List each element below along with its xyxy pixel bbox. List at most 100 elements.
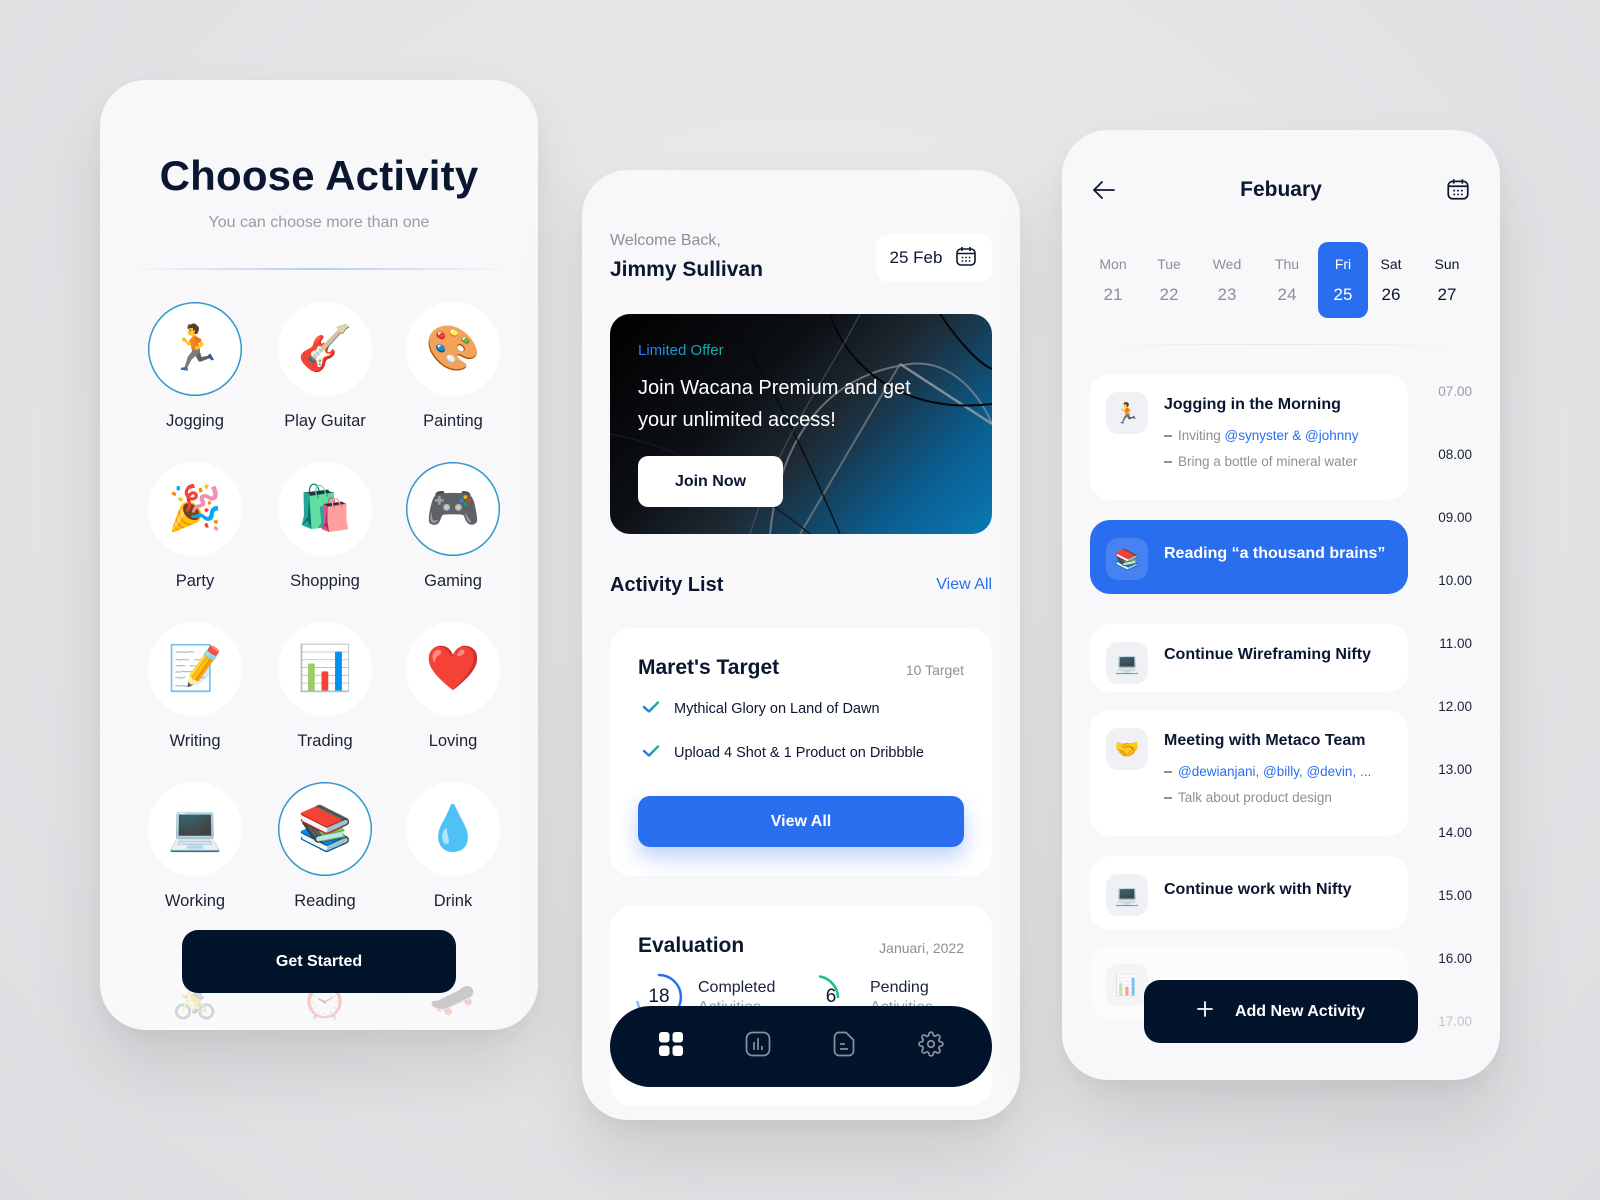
time-label: 13.00 — [1438, 762, 1472, 777]
activity-icon-circle: 🎸 — [278, 302, 372, 396]
target-item: Upload 4 Shot & 1 Product on Dribbble — [642, 744, 924, 762]
calendar-button[interactable] — [1442, 175, 1474, 207]
event-mentions[interactable]: @synyster & @johnny — [1225, 428, 1359, 443]
event-card[interactable]: 📚 Reading “a thousand brains” — [1090, 520, 1408, 594]
activity-label: Gaming — [424, 572, 482, 590]
time-label: 15.00 — [1438, 888, 1472, 903]
guitar-icon: 🎸 — [297, 324, 353, 373]
laptop-icon: 💻 — [167, 804, 223, 853]
heart-icon: ❤️ — [425, 644, 481, 693]
activity-option-painting[interactable]: 🎨 Painting — [398, 302, 508, 431]
view-all-link[interactable]: View All — [936, 576, 992, 594]
memo-pencil-icon: 📝 — [167, 644, 223, 693]
event-note-prefix: Inviting — [1178, 428, 1225, 443]
activity-label: Jogging — [166, 412, 224, 430]
event-note: @dewianjani, @billy, @devin, ... — [1164, 764, 1371, 779]
day-fri[interactable]: Fri 25 — [1318, 242, 1368, 318]
evaluation-period: Januari, 2022 — [879, 940, 964, 956]
nav-documents[interactable] — [822, 1025, 866, 1069]
day-name: Thu — [1274, 256, 1300, 272]
books-icon: 📚 — [297, 804, 353, 853]
date-picker-button[interactable]: 25 Feb — [876, 234, 992, 282]
day-tue[interactable]: Tue 22 — [1144, 242, 1194, 318]
day-date: 23 — [1217, 285, 1237, 304]
day-wed[interactable]: Wed 23 — [1202, 242, 1252, 318]
event-title: Meeting with Metaco Team — [1164, 732, 1366, 749]
activity-option-working[interactable]: 💻 Working — [140, 782, 250, 911]
event-icon-box: 📊 — [1106, 964, 1148, 1006]
add-new-activity-button[interactable]: Add New Activity — [1144, 980, 1418, 1043]
completed-label: Completed — [698, 979, 776, 996]
nav-settings[interactable] — [909, 1025, 953, 1069]
get-started-button[interactable]: Get Started — [182, 930, 456, 993]
dash — [1164, 461, 1172, 464]
activity-option-shopping[interactable]: 🛍️ Shopping — [270, 462, 380, 591]
day-thu[interactable]: Thu 24 — [1262, 242, 1312, 318]
calendar-icon — [1445, 176, 1471, 207]
day-sat[interactable]: Sat 26 — [1366, 242, 1416, 318]
page-title: Choose Activity — [159, 152, 479, 199]
time-label: 11.00 — [1439, 636, 1472, 651]
nav-dashboard[interactable] — [649, 1025, 693, 1069]
activity-icon-circle: 🛍️ — [278, 462, 372, 556]
activity-option-trading[interactable]: 📊 Trading — [270, 622, 380, 751]
day-date: 26 — [1381, 285, 1401, 304]
activity-option-gaming[interactable]: 🎮 Gaming — [398, 462, 508, 591]
activity-label: Loving — [428, 732, 478, 750]
handshake-icon: 🤝 — [1114, 738, 1140, 761]
page-subtitle: You can choose more than one — [208, 214, 430, 231]
join-now-button[interactable]: Join Now — [638, 456, 783, 507]
activity-list-title: Activity List — [610, 574, 724, 596]
activity-icon-circle: 📚 — [278, 782, 372, 876]
laptop-icon: 💻 — [1114, 652, 1140, 675]
day-sun[interactable]: Sun 27 — [1422, 242, 1472, 318]
event-card[interactable]: 💻 Continue work with Nifty — [1090, 856, 1408, 930]
event-title: Reading “a thousand brains” — [1164, 545, 1386, 562]
day-mon[interactable]: Mon 21 — [1088, 242, 1138, 318]
activity-icon-circle: 🏃 — [148, 302, 242, 396]
day-name: Mon — [1099, 256, 1127, 272]
view-all-button[interactable]: View All — [638, 796, 964, 847]
nav-statistics[interactable] — [736, 1025, 780, 1069]
activity-icon-circle: 📝 — [148, 622, 242, 716]
pending-label: Pending — [870, 979, 929, 996]
activity-icon-circle: 💻 — [148, 782, 242, 876]
activity-option-party[interactable]: 🎉 Party — [140, 462, 250, 591]
event-note: Inviting @synyster & @johnny — [1164, 428, 1359, 443]
activity-label: Reading — [294, 892, 356, 910]
shopping-bags-icon: 🛍️ — [297, 484, 353, 533]
event-mentions[interactable]: @dewianjani, @billy, @devin, ... — [1178, 764, 1371, 779]
activity-label: Shopping — [290, 572, 360, 590]
check-icon — [642, 700, 660, 718]
user-name: Jimmy Sullivan — [610, 258, 763, 281]
game-controller-icon: 🎮 — [425, 484, 481, 533]
activity-icon-circle: 🎨 — [406, 302, 500, 396]
time-label: 07.00 — [1438, 384, 1472, 399]
choose-activity-screen: Choose Activity You can choose more than… — [100, 80, 538, 1030]
day-name: Sun — [1434, 256, 1460, 272]
activity-option-jogging[interactable]: 🏃 Jogging — [140, 302, 250, 431]
event-icon-box: 📚 — [1106, 538, 1148, 580]
day-date: 22 — [1159, 285, 1179, 304]
event-card[interactable]: 🤝 Meeting with Metaco Team @dewianjani, @b… — [1090, 710, 1408, 836]
event-card[interactable]: 🏃 Jogging in the Morning Inviting @synyste… — [1090, 374, 1408, 500]
activity-icon-circle: 🎉 — [148, 462, 242, 556]
activity-option-writing[interactable]: 📝 Writing — [140, 622, 250, 751]
event-title: Jogging in the Morning — [1164, 396, 1341, 413]
banner-headline: Join Wacana Premium and get your unlimit… — [638, 377, 911, 431]
divider — [128, 268, 510, 270]
activity-option-loving[interactable]: ❤️ Loving — [398, 622, 508, 751]
time-label: 09.00 — [1438, 510, 1472, 525]
activity-option-drink[interactable]: 💧 Drink — [398, 782, 508, 911]
books-icon: 📚 — [1114, 548, 1140, 571]
activity-label: Painting — [423, 412, 483, 430]
event-title: Continue work with Nifty — [1164, 881, 1352, 898]
premium-banner: Limited Offer Join Wacana Premium and ge… — [610, 314, 992, 534]
event-note-text: Talk about product design — [1178, 790, 1332, 805]
calendar-icon — [954, 244, 978, 273]
activity-icon-circle: ❤️ — [406, 622, 500, 716]
activity-option-play-guitar[interactable]: 🎸 Play Guitar — [270, 302, 380, 431]
activity-option-reading[interactable]: 📚 Reading — [270, 782, 380, 911]
dashboard-screen: Welcome Back, Jimmy Sullivan 25 Feb Limi… — [582, 170, 1020, 1120]
event-card[interactable]: 💻 Continue Wireframing Nifty — [1090, 624, 1408, 692]
